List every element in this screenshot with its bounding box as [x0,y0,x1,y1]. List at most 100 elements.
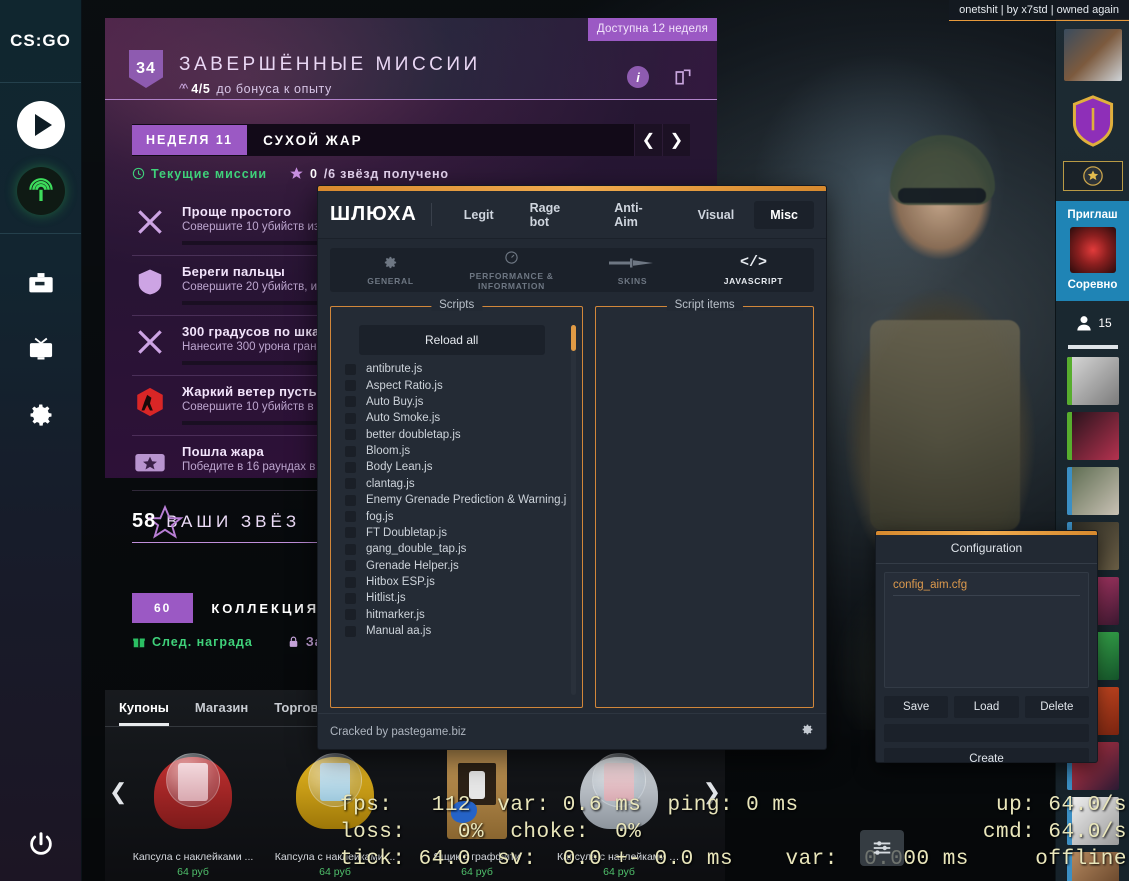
star-icon [290,167,303,179]
script-row[interactable]: fog.js [337,508,566,524]
script-checkbox[interactable] [345,576,356,588]
script-checkbox[interactable] [345,461,356,473]
store-item[interactable]: Капсула с наклейками ... 64 руб [131,741,255,878]
script-row[interactable]: Manual aa.js [337,623,566,639]
watch-button[interactable] [16,167,65,215]
nav-primary-group [0,83,81,234]
script-row[interactable]: Grenade Helper.js [337,558,566,574]
tab-anti-aim[interactable]: Anti-Aim [598,194,677,236]
friend-avatar[interactable] [1066,852,1119,881]
config-save-button[interactable]: Save [884,696,949,718]
script-name: Manual aa.js [366,625,432,638]
script-row[interactable]: gang_double_tap.js [337,541,566,557]
store-item-price: 64 руб [319,866,351,878]
subtab-general[interactable]: GENERAL [330,255,451,286]
info-icon[interactable]: i [627,66,649,88]
cheat-footer-text: Cracked by pastegame.biz [330,725,467,738]
next-reward-text: След. награда [152,635,253,649]
tab-visual[interactable]: Visual [682,201,751,229]
tab-legit[interactable]: Legit [448,201,510,229]
reload-all-button[interactable]: Reload all [358,325,545,355]
gear-icon [30,404,52,426]
script-checkbox[interactable] [345,380,356,392]
store-item[interactable]: Ящик с граффити 64 руб [415,741,539,878]
script-checkbox[interactable] [345,445,356,457]
play-button[interactable] [16,101,65,149]
script-row[interactable]: better doubletap.js [337,427,566,443]
script-checkbox[interactable] [345,511,356,523]
invite-subtitle: Соревно [1067,279,1118,291]
cheat-watermark: onetshit | by x7std | owned again [949,0,1129,21]
script-row[interactable]: clantag.js [337,476,566,492]
store-next-button[interactable]: ❯ [703,779,721,805]
script-checkbox[interactable] [345,625,356,637]
config-delete-button[interactable]: Delete [1024,696,1089,718]
script-row[interactable]: Auto Buy.js [337,394,566,410]
friend-avatar[interactable] [1066,412,1119,460]
script-row[interactable]: Hitbox ESP.js [337,574,566,590]
script-row[interactable]: Body Lean.js [337,459,566,475]
config-name-input[interactable] [884,724,1089,742]
store-prev-button[interactable]: ❮ [109,779,127,805]
cheat-settings-gear-icon[interactable] [801,723,814,741]
subtab-skins[interactable]: SKINS [572,255,693,286]
scripts-scrollbar[interactable] [571,325,577,695]
script-checkbox[interactable] [345,592,356,604]
config-load-button[interactable]: Load [954,696,1019,718]
config-create-button[interactable]: Create [884,748,1089,762]
script-row[interactable]: Enemy Grenade Prediction & Warning.j [337,492,566,508]
tab-rage-bot[interactable]: Rage bot [514,194,595,236]
tv-icon [29,337,52,360]
script-row[interactable]: hitmarker.js [337,607,566,623]
store-item-name: Капсула с наклейками ... [274,851,396,863]
week-label: НЕДЕЛЯ 11 [132,125,248,155]
script-row[interactable]: Bloom.js [337,443,566,459]
subtab-performance-label: PERFORMANCE & INFORMATION [469,270,554,291]
subtab-performance[interactable]: PERFORMANCE & INFORMATION [451,250,572,291]
inventory-button[interactable] [26,268,56,298]
cheat-tabs: Legit Rage bot Anti-Aim Visual Misc [448,194,814,236]
config-list[interactable]: config_aim.cfg [884,572,1089,688]
friend-avatar[interactable] [1066,467,1119,515]
week-next-button[interactable]: ❯ [662,124,690,156]
friend-avatar[interactable] [1066,797,1119,845]
store-tab-coupons[interactable]: Купоны [119,700,169,726]
script-checkbox[interactable] [345,560,356,572]
script-row[interactable]: Aspect Ratio.js [337,377,566,393]
store-item[interactable]: Капсула с наклейками ... 64 руб [273,741,397,878]
script-checkbox[interactable] [345,396,356,408]
hud-settings-button[interactable] [860,830,904,866]
settings-button[interactable] [26,400,56,430]
script-row[interactable]: antibrute.js [337,361,566,377]
star-badge-icon [132,444,168,480]
knives-icon [132,204,168,240]
store-item[interactable]: Капсула с наклейками «... 64 руб [557,741,681,878]
script-checkbox[interactable] [345,494,356,506]
script-checkbox[interactable] [345,363,356,375]
invite-block[interactable]: Приглаш Соревно [1056,201,1129,301]
script-checkbox[interactable] [345,543,356,555]
power-button[interactable] [26,830,56,865]
script-row[interactable]: FT Doubletap.js [337,525,566,541]
script-checkbox[interactable] [345,412,356,424]
friend-avatar[interactable] [1066,357,1119,405]
config-list-item[interactable]: config_aim.cfg [893,579,1080,596]
profile-banner[interactable] [1063,29,1122,81]
script-checkbox[interactable] [345,527,356,539]
script-row[interactable]: Hitlist.js [337,590,566,606]
csgo-logo: CS:GO [0,0,81,83]
store-item-name: Капсула с наклейками ... [132,851,254,863]
week-prev-button[interactable]: ❮ [634,124,662,156]
script-row[interactable]: Auto Smoke.js [337,410,566,426]
tab-misc[interactable]: Misc [754,200,814,229]
script-checkbox[interactable] [345,429,356,441]
script-name: fog.js [366,510,394,523]
external-link-icon[interactable] [673,67,693,87]
medal-badge[interactable] [1062,161,1123,191]
cheat-footer: Cracked by pastegame.biz [318,713,826,749]
watch-tv-button[interactable] [26,334,56,364]
subtab-javascript[interactable]: </> JAVASCRIPT [693,254,814,286]
script-checkbox[interactable] [345,609,356,621]
script-checkbox[interactable] [345,478,356,490]
store-tab-shop[interactable]: Магазин [195,700,248,726]
